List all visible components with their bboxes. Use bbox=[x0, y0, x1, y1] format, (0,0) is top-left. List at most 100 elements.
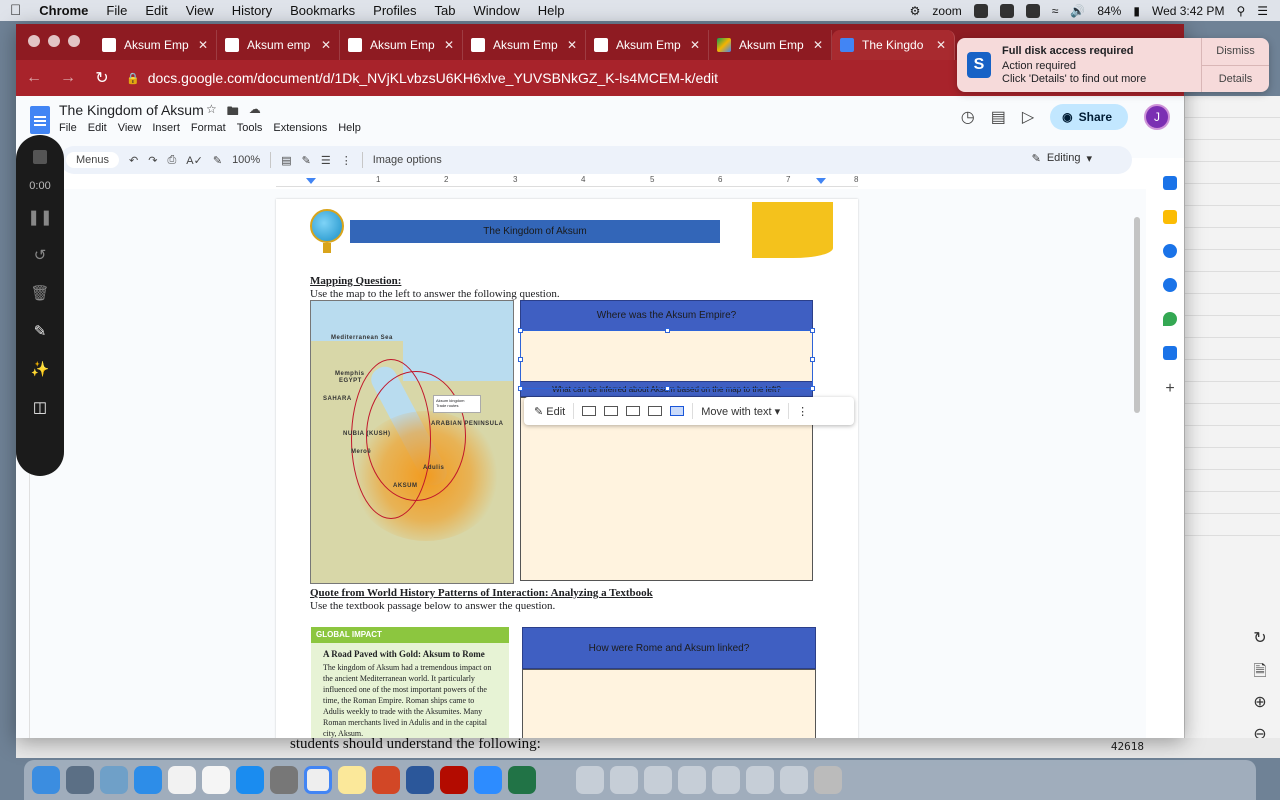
editing-mode-select[interactable]: ✎ Editing ▾ bbox=[1032, 152, 1092, 165]
resize-handle[interactable] bbox=[665, 386, 670, 391]
close-tab-icon[interactable]: ✕ bbox=[444, 38, 454, 52]
clock[interactable]: Wed 3:42 PM bbox=[1152, 4, 1224, 18]
docs-menu-file[interactable]: File bbox=[59, 122, 77, 134]
add-icon[interactable]: + bbox=[1165, 380, 1174, 398]
preview-icon[interactable] bbox=[100, 766, 128, 794]
screenshot-icon[interactable] bbox=[999, 3, 1014, 18]
addon-icon[interactable] bbox=[1163, 346, 1177, 360]
minimize-window-button[interactable] bbox=[48, 35, 60, 47]
question-box-header[interactable]: How were Rome and Aksum linked? bbox=[522, 627, 816, 669]
notification[interactable]: S Full disk access required Action requi… bbox=[957, 38, 1269, 92]
menu-help[interactable]: Help bbox=[538, 3, 565, 18]
zoom-in-icon[interactable]: ⊕ bbox=[1250, 692, 1270, 712]
rotate-icon[interactable]: ↻ bbox=[1250, 628, 1270, 648]
close-tab-icon[interactable]: ✕ bbox=[936, 38, 946, 52]
aksum-map-image[interactable]: Mediterranean Sea Memphis EGYPT SAHARA N… bbox=[310, 300, 514, 584]
reminders-icon[interactable] bbox=[202, 766, 230, 794]
border-color-icon[interactable]: ✎ bbox=[302, 154, 311, 167]
menu-file[interactable]: File bbox=[106, 3, 127, 18]
browser-tab[interactable]: Aksum emp ✕ bbox=[217, 30, 340, 60]
close-tab-icon[interactable]: ✕ bbox=[321, 38, 331, 52]
back-icon[interactable]: ← bbox=[24, 69, 44, 87]
redo-icon[interactable]: ↷ bbox=[148, 154, 157, 167]
close-tab-icon[interactable]: ✕ bbox=[567, 38, 577, 52]
wifi-icon[interactable]: ≈ bbox=[1052, 4, 1059, 18]
docs-menu-insert[interactable]: Insert bbox=[152, 122, 180, 134]
browser-tab-active[interactable]: The Kingdo ✕ bbox=[832, 30, 955, 60]
tasks-icon[interactable] bbox=[1163, 244, 1177, 258]
close-window-button[interactable] bbox=[28, 35, 40, 47]
maximize-window-button[interactable] bbox=[68, 35, 80, 47]
paint-format-icon[interactable]: ✎ bbox=[213, 154, 222, 167]
browser-tab[interactable]: Aksum Emp ✕ bbox=[340, 30, 463, 60]
mapping-instructions[interactable]: Use the map to the left to answer the fo… bbox=[310, 288, 560, 300]
volume-icon[interactable]: 🔊 bbox=[1070, 4, 1085, 18]
question-box-header[interactable]: Where was the Aksum Empire? bbox=[520, 300, 813, 331]
in-front-of-text-icon[interactable] bbox=[670, 406, 685, 416]
excel-icon[interactable] bbox=[508, 766, 536, 794]
answer-box[interactable] bbox=[522, 669, 816, 738]
menu-edit[interactable]: Edit bbox=[145, 3, 167, 18]
document-title[interactable]: The Kingdom of Aksum bbox=[59, 102, 204, 118]
dock-document-icon[interactable] bbox=[712, 766, 740, 794]
menu-window[interactable]: Window bbox=[474, 3, 520, 18]
calendar-icon[interactable] bbox=[1163, 176, 1177, 190]
comment-icon[interactable]: ▤ bbox=[281, 154, 291, 167]
document-icon[interactable]: 🗎 bbox=[1250, 660, 1270, 680]
chrome-icon[interactable] bbox=[304, 766, 332, 794]
dock-document-icon[interactable] bbox=[610, 766, 638, 794]
gear-icon[interactable]: ⚙ bbox=[910, 4, 921, 18]
position-select[interactable]: Move with text ▾ bbox=[701, 405, 780, 418]
details-button[interactable]: Details bbox=[1202, 65, 1269, 92]
dock-document-icon[interactable] bbox=[746, 766, 774, 794]
restart-icon[interactable]: ↺ bbox=[34, 246, 47, 268]
trash-icon[interactable] bbox=[814, 766, 842, 794]
resize-handle[interactable] bbox=[810, 357, 815, 362]
browser-tab[interactable]: Aksum Emp ✕ bbox=[94, 30, 217, 60]
dock-document-icon[interactable] bbox=[644, 766, 672, 794]
menu-app-name[interactable]: Chrome bbox=[39, 3, 88, 18]
avatar[interactable]: J bbox=[1144, 104, 1170, 130]
contacts-icon[interactable] bbox=[1163, 278, 1177, 292]
global-impact-passage[interactable]: A Road Paved with Gold: Aksum to Rome Th… bbox=[311, 643, 509, 738]
resize-handle[interactable] bbox=[665, 328, 670, 333]
acrobat-icon[interactable] bbox=[440, 766, 468, 794]
horizontal-ruler[interactable]: 1 2 3 4 5 6 7 8 bbox=[276, 175, 858, 187]
zoom-select[interactable]: 100% bbox=[232, 154, 260, 166]
apple-icon[interactable]:  bbox=[10, 2, 21, 19]
selected-image-frame[interactable] bbox=[518, 328, 815, 391]
border-dash-icon[interactable]: ⋮ bbox=[341, 154, 352, 167]
powerpoint-icon[interactable] bbox=[372, 766, 400, 794]
menu-view[interactable]: View bbox=[186, 3, 214, 18]
edit-image-button[interactable]: ✎ Edit bbox=[534, 405, 565, 418]
menu-history[interactable]: History bbox=[232, 3, 272, 18]
quote-instructions[interactable]: Use the textbook passage below to answer… bbox=[310, 600, 555, 612]
border-weight-icon[interactable]: ☰ bbox=[321, 154, 331, 167]
docs-menu-view[interactable]: View bbox=[118, 122, 142, 134]
system-preferences-icon[interactable] bbox=[270, 766, 298, 794]
resize-handle[interactable] bbox=[810, 386, 815, 391]
browser-tab[interactable]: Aksum Emp ✕ bbox=[709, 30, 832, 60]
app-store-icon[interactable] bbox=[236, 766, 264, 794]
reload-icon[interactable]: ↻ bbox=[92, 68, 112, 88]
menu-profiles[interactable]: Profiles bbox=[373, 3, 416, 18]
delete-icon[interactable]: 🗑 bbox=[30, 284, 49, 306]
docs-menu-extensions[interactable]: Extensions bbox=[273, 122, 327, 134]
dock-document-icon[interactable] bbox=[678, 766, 706, 794]
docs-menu-help[interactable]: Help bbox=[338, 122, 361, 134]
resize-handle[interactable] bbox=[810, 328, 815, 333]
zoom-status[interactable]: zoom bbox=[932, 4, 961, 18]
docs-menu-edit[interactable]: Edit bbox=[88, 122, 107, 134]
move-folder-icon[interactable]: 🖿 bbox=[227, 102, 239, 123]
meet-icon[interactable]: ▷ bbox=[1022, 107, 1034, 127]
docs-logo-icon[interactable] bbox=[30, 106, 50, 134]
spellcheck-icon[interactable]: A✓ bbox=[186, 154, 203, 167]
status-app-icon[interactable] bbox=[973, 3, 988, 18]
menu-tab[interactable]: Tab bbox=[435, 3, 456, 18]
camera-icon[interactable]: ◫ bbox=[33, 398, 47, 420]
cloud-saved-icon[interactable]: ☁ bbox=[249, 102, 261, 123]
close-tab-icon[interactable]: ✕ bbox=[813, 38, 823, 52]
vertical-scrollbar[interactable] bbox=[1134, 217, 1140, 413]
title-banner[interactable]: The Kingdom of Aksum bbox=[350, 220, 720, 243]
document-page[interactable]: The Kingdom of Aksum Mapping Question: U… bbox=[276, 199, 858, 738]
